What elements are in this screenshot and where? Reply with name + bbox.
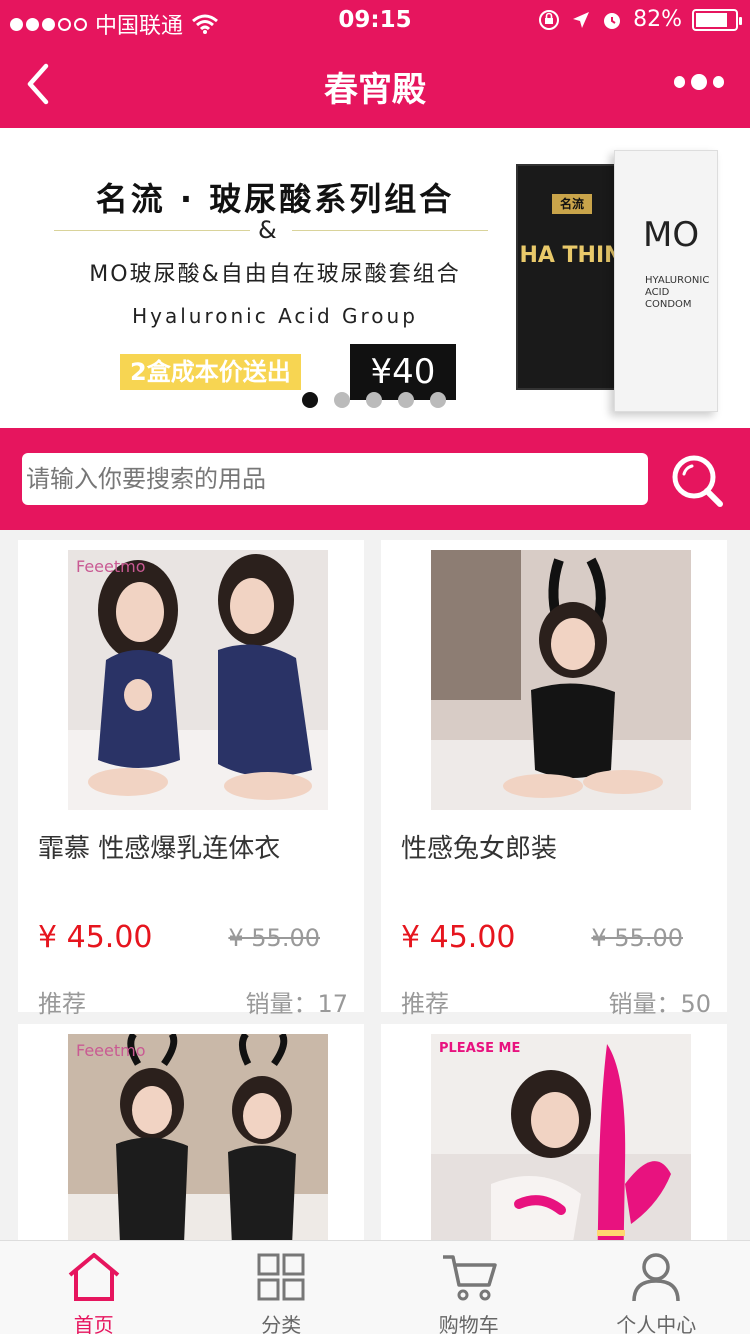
banner-divider-left bbox=[54, 230, 250, 231]
nav-header: 春宵殿 bbox=[0, 40, 750, 128]
tab-home[interactable]: 首页 bbox=[0, 1241, 188, 1334]
search-icon[interactable] bbox=[666, 450, 730, 510]
product-tag: 推荐 bbox=[401, 990, 449, 1018]
box1-label: 名流 bbox=[552, 194, 592, 214]
search-bar bbox=[0, 428, 750, 530]
product-original-price: ¥ 55.00 bbox=[228, 924, 320, 952]
carousel-dot[interactable] bbox=[302, 392, 318, 408]
product-image[interactable]: PLEASE ME bbox=[431, 1034, 691, 1240]
more-options-icon[interactable] bbox=[674, 70, 725, 94]
product-name[interactable]: 霏慕 性感爆乳连体衣 bbox=[38, 828, 280, 865]
tab-label: 购物车 bbox=[438, 1313, 499, 1334]
product-name[interactable]: 性感兔女郎装 bbox=[401, 828, 557, 865]
product-sales: 销量：50 bbox=[608, 990, 711, 1018]
tab-label: 首页 bbox=[73, 1313, 114, 1334]
product-image[interactable] bbox=[431, 550, 691, 810]
product-tag: 推荐 bbox=[38, 990, 86, 1018]
product-box-mo: MO HYALURONIC ACID CONDOM bbox=[614, 150, 718, 412]
product-original-price: ¥ 55.00 bbox=[591, 924, 683, 952]
product-price: ¥ 45.00 bbox=[401, 920, 516, 955]
product-sales: 销量：17 bbox=[245, 990, 348, 1018]
cart-icon bbox=[442, 1255, 497, 1301]
grid-icon bbox=[257, 1253, 305, 1301]
tab-profile[interactable]: 个人中心 bbox=[563, 1241, 750, 1334]
product-price: ¥ 45.00 bbox=[38, 920, 153, 955]
top-bar: 中国联通 09:15 82% 春宵殿 bbox=[0, 0, 750, 128]
carousel-indicator[interactable] bbox=[302, 392, 446, 408]
box1-text: HA THIN bbox=[519, 243, 623, 268]
promo-banner[interactable]: 名流 · 玻尿酸系列组合 & MO玻尿酸&自由自在玻尿酸套组合 Hyaluron… bbox=[0, 128, 750, 428]
product-card[interactable]: PLEASE ME bbox=[381, 1024, 727, 1240]
banner-title: 名流 · 玻尿酸系列组合 bbox=[95, 180, 455, 218]
page-title: 春宵殿 bbox=[324, 70, 426, 110]
tab-cart[interactable]: 购物车 bbox=[375, 1241, 563, 1334]
product-box-hathin: 名流 HA THIN bbox=[516, 164, 626, 390]
product-card[interactable]: Feeetmo bbox=[18, 1024, 364, 1240]
battery-percent: 82% bbox=[633, 7, 682, 32]
svg-text:PLEASE ME: PLEASE ME bbox=[439, 1041, 520, 1056]
tab-label: 个人中心 bbox=[616, 1313, 697, 1334]
bottom-tab-bar: 首页 分类 购物车 个人中心 bbox=[0, 1240, 750, 1334]
carousel-dot[interactable] bbox=[430, 392, 446, 408]
box2-brand: MO bbox=[643, 215, 700, 255]
status-right: 82% bbox=[537, 7, 742, 32]
tab-label: 分类 bbox=[261, 1313, 302, 1334]
carousel-dot[interactable] bbox=[334, 392, 350, 408]
banner-amp: & bbox=[258, 216, 277, 244]
banner-subtitle: MO玻尿酸&自由自在玻尿酸套组合 bbox=[89, 262, 461, 287]
banner-promo-text: 2盒成本价送出 bbox=[120, 354, 301, 390]
orientation-lock-icon bbox=[539, 9, 560, 30]
svg-text:Feeetmo: Feeetmo bbox=[76, 557, 146, 576]
banner-divider-right bbox=[292, 230, 488, 231]
svg-text:Feeetmo: Feeetmo bbox=[76, 1041, 146, 1060]
product-grid: Feeetmo 霏慕 性感爆乳连体衣 ¥ 45.00 ¥ 55.00 推荐 销量… bbox=[0, 530, 750, 1240]
battery-icon bbox=[692, 8, 742, 31]
product-image[interactable]: Feeetmo bbox=[68, 1034, 328, 1240]
product-card[interactable]: 性感兔女郎装 ¥ 45.00 ¥ 55.00 推荐 销量：50 bbox=[381, 540, 727, 1018]
product-image[interactable]: Feeetmo bbox=[68, 550, 328, 810]
carousel-dot[interactable] bbox=[366, 392, 382, 408]
box2-text: HYALURONIC ACID CONDOM bbox=[645, 275, 710, 310]
user-icon bbox=[632, 1253, 680, 1302]
product-card[interactable]: Feeetmo 霏慕 性感爆乳连体衣 ¥ 45.00 ¥ 55.00 推荐 销量… bbox=[18, 540, 364, 1018]
carousel-dot[interactable] bbox=[398, 392, 414, 408]
search-input[interactable] bbox=[22, 453, 648, 505]
tab-category[interactable]: 分类 bbox=[188, 1241, 376, 1334]
banner-english: Hyaluronic Acid Group bbox=[132, 304, 418, 328]
location-arrow-icon bbox=[573, 11, 590, 28]
status-bar: 中国联通 09:15 82% bbox=[0, 0, 750, 40]
home-icon bbox=[68, 1253, 120, 1301]
alarm-icon bbox=[604, 12, 621, 29]
